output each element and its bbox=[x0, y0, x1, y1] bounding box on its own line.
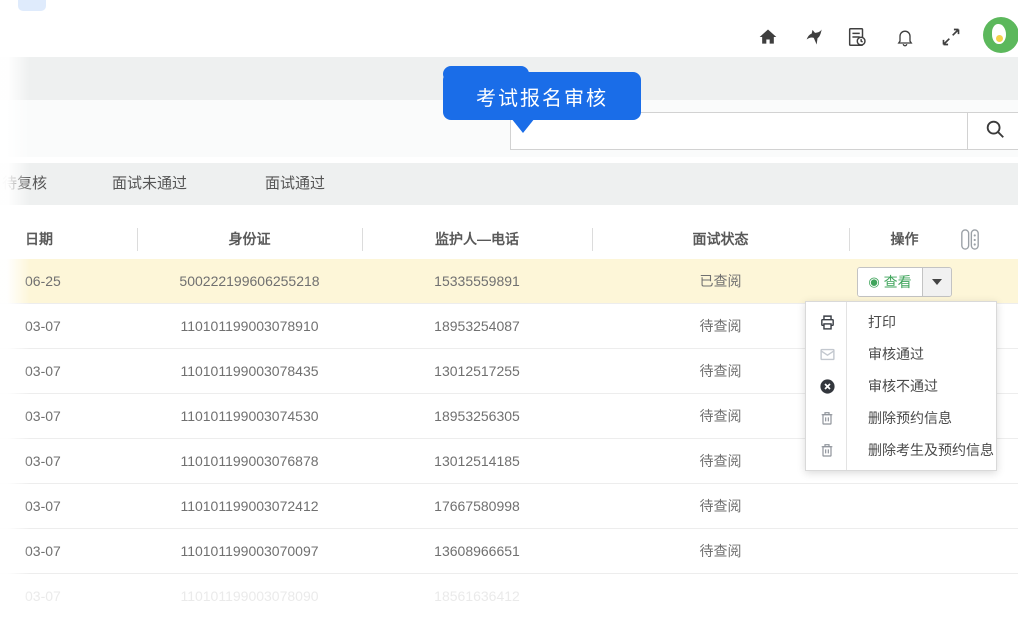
table-row[interactable]: 03-07 110101199003070097 13608966651 待查阅 bbox=[0, 529, 1018, 574]
circle-x-icon bbox=[818, 377, 836, 395]
more-actions-button[interactable] bbox=[921, 268, 951, 296]
header-divider bbox=[362, 228, 363, 251]
fullscreen-icon[interactable] bbox=[940, 26, 962, 48]
view-button-label: 查看 bbox=[883, 274, 912, 290]
swallow-icon[interactable] bbox=[804, 26, 826, 48]
column-header-date: 日期 bbox=[25, 231, 53, 247]
menu-item-label: 打印 bbox=[868, 314, 896, 330]
clipped-tooltip-fragment bbox=[18, 0, 46, 11]
avatar-figure-dot bbox=[996, 35, 1003, 42]
page-tooltip: 考试报名审核 bbox=[443, 72, 641, 120]
menu-item-label: 审核不通过 bbox=[868, 378, 938, 394]
mail-icon bbox=[818, 345, 836, 363]
trash-icon bbox=[818, 409, 836, 427]
table-row[interactable]: 03-07 110101199003072412 17667580998 待查阅 bbox=[0, 484, 1018, 529]
cell-date: 03-07 bbox=[25, 408, 61, 424]
search-button[interactable] bbox=[967, 112, 1018, 150]
cell-status bbox=[592, 574, 849, 618]
header-divider bbox=[592, 228, 593, 251]
home-icon[interactable] bbox=[757, 26, 779, 48]
column-header-status: 面试状态 bbox=[692, 231, 749, 247]
trash-icon bbox=[818, 441, 836, 459]
action-dropdown-menu: 打印审核通过审核不通过删除预约信息删除考生及预约信息 bbox=[805, 301, 997, 471]
cell-id_card: 110101199003074530 bbox=[180, 408, 319, 424]
menu-item-2[interactable]: 审核通过 bbox=[806, 338, 996, 370]
header-divider bbox=[849, 228, 850, 251]
cell-status: 已查阅 bbox=[699, 273, 742, 289]
cell-id_card: 500222199606255218 bbox=[179, 273, 320, 289]
cell-guardian_phone: 13012514185 bbox=[434, 453, 520, 469]
cell-id_card: 110101199003072412 bbox=[180, 498, 319, 514]
cell-date: 06-25 bbox=[25, 273, 61, 289]
row-action-buttons: ◉ 查看 bbox=[857, 267, 952, 297]
table-header: 日期 身份证 监护人—电话 面试状态 操作 bbox=[0, 220, 1018, 258]
table-row[interactable]: 03-07 110101199003078090 18561636412 bbox=[0, 574, 1018, 619]
tooltip-arrow bbox=[511, 118, 535, 133]
menu-item-label: 删除预约信息 bbox=[868, 410, 952, 426]
search-icon bbox=[984, 118, 1006, 145]
cell-guardian_phone: 13012517255 bbox=[434, 363, 520, 379]
tab-1[interactable]: 待复核 bbox=[2, 163, 47, 205]
cell-date: 03-07 bbox=[25, 588, 61, 604]
view-button[interactable]: ◉ 查看 bbox=[858, 268, 922, 296]
cell-id_card: 110101199003078435 bbox=[180, 363, 319, 379]
page-tooltip-label: 考试报名审核 bbox=[476, 87, 608, 110]
cell-status: 待查阅 bbox=[699, 498, 742, 514]
column-settings-icon[interactable] bbox=[960, 228, 984, 252]
menu-item-4[interactable]: 删除预约信息 bbox=[806, 402, 996, 434]
menu-item-1[interactable]: 打印 bbox=[806, 306, 996, 338]
cell-guardian_phone: 18953256305 bbox=[434, 408, 520, 424]
cell-guardian_phone: 13608966651 bbox=[434, 543, 520, 559]
menu-item-label: 删除考生及预约信息 bbox=[868, 442, 994, 458]
audit-doc-icon[interactable] bbox=[846, 26, 868, 48]
tab-2[interactable]: 面试未通过 bbox=[112, 163, 187, 205]
cell-date: 03-07 bbox=[25, 363, 61, 379]
cell-id_card: 110101199003076878 bbox=[180, 453, 319, 469]
cell-id_card: 110101199003078090 bbox=[180, 588, 319, 604]
cell-guardian_phone: 18561636412 bbox=[434, 588, 520, 604]
caret-down-icon bbox=[931, 279, 942, 285]
eye-icon: ◉ bbox=[868, 274, 880, 289]
cell-guardian_phone: 18953254087 bbox=[434, 318, 520, 334]
cell-date: 03-07 bbox=[25, 453, 61, 469]
cell-status: 待查阅 bbox=[699, 543, 742, 559]
header-divider bbox=[137, 228, 138, 251]
menu-item-3[interactable]: 审核不通过 bbox=[806, 370, 996, 402]
cell-guardian_phone: 17667580998 bbox=[434, 498, 520, 514]
cell-id_card: 110101199003078910 bbox=[180, 318, 319, 334]
cell-id_card: 110101199003070097 bbox=[180, 543, 319, 559]
column-header-guardian_phone: 监护人—电话 bbox=[435, 231, 519, 247]
cell-date: 03-07 bbox=[25, 318, 61, 334]
cell-date: 03-07 bbox=[25, 498, 61, 514]
cell-guardian_phone: 15335559891 bbox=[434, 273, 520, 289]
column-header-id_card: 身份证 bbox=[228, 231, 271, 247]
user-avatar[interactable] bbox=[983, 17, 1018, 53]
table-row[interactable]: 06-25 500222199606255218 15335559891 已查阅 ◉ 查看 bbox=[0, 259, 1018, 304]
cell-date: 03-07 bbox=[25, 543, 61, 559]
column-header-op: 操作 bbox=[890, 231, 919, 247]
bell-icon[interactable] bbox=[894, 26, 916, 48]
menu-item-label: 审核通过 bbox=[868, 346, 924, 362]
printer-icon bbox=[818, 313, 836, 331]
menu-item-5[interactable]: 删除考生及预约信息 bbox=[806, 434, 996, 466]
tab-3[interactable]: 面试通过 bbox=[265, 163, 325, 205]
